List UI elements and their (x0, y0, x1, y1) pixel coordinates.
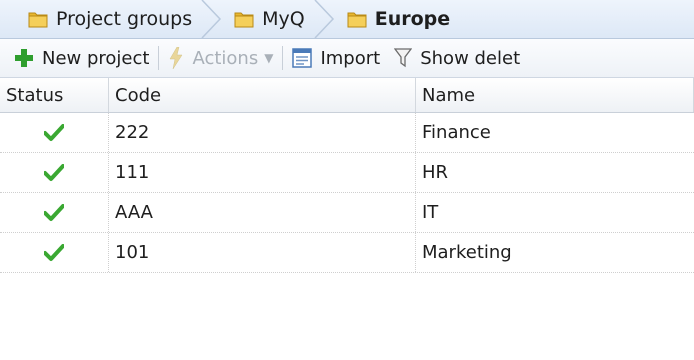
name-cell: Finance (422, 122, 491, 143)
folder-icon (28, 12, 48, 28)
column-header-code[interactable]: Code (109, 78, 416, 112)
name-cell: IT (422, 202, 439, 223)
code-cell: 101 (109, 233, 416, 272)
breadcrumb-label: MyQ (262, 8, 305, 30)
breadcrumb-label: Project groups (56, 8, 193, 30)
actions-button[interactable]: Actions ▼ (161, 39, 280, 77)
code-cell: AAA (109, 193, 416, 232)
table-row[interactable]: AAA IT (0, 193, 694, 233)
checkmark-icon (44, 243, 64, 261)
plus-icon (15, 49, 33, 67)
table-row[interactable]: 111 HR (0, 153, 694, 193)
chevron-down-icon: ▼ (264, 51, 274, 65)
name-cell: Marketing (422, 242, 512, 263)
checkmark-icon (44, 163, 64, 181)
table-row[interactable]: 222 Finance (0, 113, 694, 153)
breadcrumb: Project groups MyQ Europe (0, 0, 694, 39)
filter-icon (394, 48, 413, 68)
new-project-button[interactable]: New project (0, 39, 156, 77)
import-icon (292, 48, 313, 68)
breadcrumb-label: Europe (374, 8, 451, 30)
new-project-label: New project (42, 47, 150, 69)
column-header-name[interactable]: Name (416, 78, 694, 112)
status-cell (0, 153, 109, 192)
column-header-status[interactable]: Status (0, 78, 109, 112)
status-cell (0, 233, 109, 272)
checkmark-icon (44, 123, 64, 141)
name-cell: HR (422, 162, 449, 183)
import-label: Import (320, 47, 381, 69)
status-cell (0, 193, 109, 232)
toolbar-divider (282, 46, 284, 70)
breadcrumb-item-myq[interactable]: MyQ (222, 0, 335, 38)
breadcrumb-item-europe[interactable]: Europe (335, 0, 480, 38)
breadcrumb-separator (314, 0, 334, 38)
import-button[interactable]: Import (285, 39, 387, 77)
projects-table: Status Code Name 222 Finance 111 HR AAA … (0, 78, 694, 273)
table-row[interactable]: 101 Marketing (0, 233, 694, 273)
lightning-icon (170, 47, 183, 69)
toolbar-divider (158, 46, 160, 70)
folder-icon (347, 12, 367, 28)
toolbar: New project Actions ▼ Import Show delet (0, 39, 694, 78)
code-cell: 222 (109, 113, 416, 152)
show-deleted-label: Show delet (420, 47, 521, 69)
actions-label: Actions (192, 47, 259, 69)
breadcrumb-separator (201, 0, 222, 38)
folder-icon (234, 12, 254, 28)
table-header: Status Code Name (0, 78, 694, 113)
code-cell: 111 (109, 153, 416, 192)
checkmark-icon (44, 203, 64, 221)
show-deleted-button[interactable]: Show delet (387, 39, 527, 77)
status-cell (0, 113, 109, 152)
breadcrumb-item-project-groups[interactable]: Project groups (0, 0, 222, 38)
